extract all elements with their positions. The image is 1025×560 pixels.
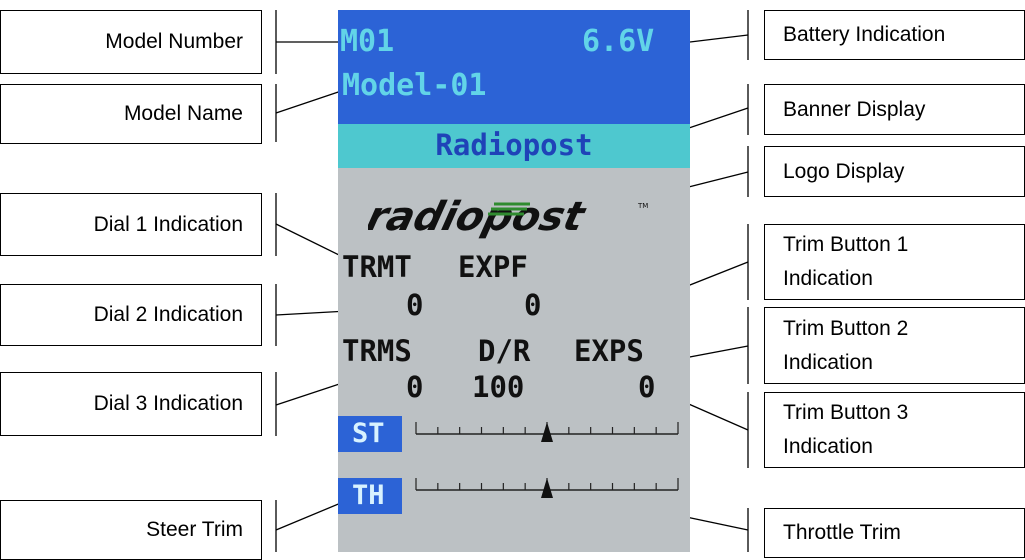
lcd-banner-text: Radiopost xyxy=(435,128,593,162)
callout-model-name: Model Name xyxy=(0,84,262,144)
value-exps: 0 xyxy=(638,370,656,404)
label-dr: D/R xyxy=(478,334,531,368)
lcd-model-name: Model-01 xyxy=(342,68,487,103)
callout-dial1: Dial 1 Indication xyxy=(0,193,262,256)
callout-model-name-text: Model Name xyxy=(123,102,243,125)
value-dr: 100 xyxy=(472,370,525,404)
callout-model-number: Model Number xyxy=(0,10,262,74)
callout-trim2-line1: Trim Button 2 xyxy=(783,316,909,340)
callout-model-number-text: Model Number xyxy=(105,30,243,53)
callout-throttle-trim: Throttle Trim xyxy=(764,508,1025,558)
value-trms: 0 xyxy=(406,370,424,404)
callout-trim3-line2: Indication xyxy=(783,435,873,458)
callout-logo: Logo Display xyxy=(764,146,1025,197)
label-trmt: TRMT xyxy=(342,250,412,284)
lcd-screen: M01 6.6V Model-01 Radiopost radiopost TM… xyxy=(338,10,690,552)
callout-trim1: Trim Button 1 Indication xyxy=(764,224,1025,300)
callout-trim3: Trim Button 3 Indication xyxy=(764,392,1025,468)
label-exps: EXPS xyxy=(574,334,644,368)
throttle-trim-marker-icon xyxy=(541,478,553,498)
lcd-battery: 6.6V xyxy=(582,24,655,59)
callout-dial3-text: Dial 3 Indication xyxy=(93,392,243,415)
value-trmt: 0 xyxy=(406,288,424,322)
logo-stripes-icon xyxy=(488,202,530,216)
callout-steer-trim: Steer Trim xyxy=(0,500,262,560)
callout-banner-text: Banner Display xyxy=(783,97,926,121)
throttle-trim-bar xyxy=(415,478,679,498)
callout-dial2-text: Dial 2 Indication xyxy=(93,303,243,326)
callout-dial1-text: Dial 1 Indication xyxy=(93,212,243,236)
steer-trim-label: ST xyxy=(338,416,402,452)
callout-trim1-line1: Trim Button 1 xyxy=(783,233,909,256)
steer-trim-marker-icon xyxy=(541,422,553,442)
lcd-model-number: M01 xyxy=(340,24,395,59)
logo-wordmark: radiopost xyxy=(368,193,591,240)
callout-banner: Banner Display xyxy=(764,84,1025,135)
callout-battery-text: Battery Indication xyxy=(783,23,946,46)
callout-dial3: Dial 3 Indication xyxy=(0,372,262,436)
callout-battery: Battery Indication xyxy=(764,10,1025,60)
steer-trim-label-text: ST xyxy=(352,418,385,449)
callout-trim1-line2: Indication xyxy=(783,267,873,290)
label-trms: TRMS xyxy=(342,334,412,368)
throttle-trim-label-text: TH xyxy=(352,480,385,511)
value-expf: 0 xyxy=(524,288,542,322)
callout-trim2: Trim Button 2 Indication xyxy=(764,307,1025,384)
callout-steer-trim-text: Steer Trim xyxy=(146,518,243,541)
throttle-trim-label: TH xyxy=(338,478,402,514)
callout-throttle-trim-text: Throttle Trim xyxy=(783,521,901,544)
steer-trim-bar xyxy=(415,422,679,442)
callout-dial2: Dial 2 Indication xyxy=(0,284,262,346)
logo-tm: TM xyxy=(637,202,648,210)
leader-battery xyxy=(689,34,749,43)
radiopost-logo: radiopost TM xyxy=(368,193,648,240)
callout-trim3-line1: Trim Button 3 xyxy=(783,401,909,424)
callout-trim2-line2: Indication xyxy=(783,350,873,374)
label-expf: EXPF xyxy=(458,250,528,284)
diagram: Model Number Model Name Dial 1 Indicatio… xyxy=(0,0,1025,560)
callout-logo-text: Logo Display xyxy=(783,159,905,183)
